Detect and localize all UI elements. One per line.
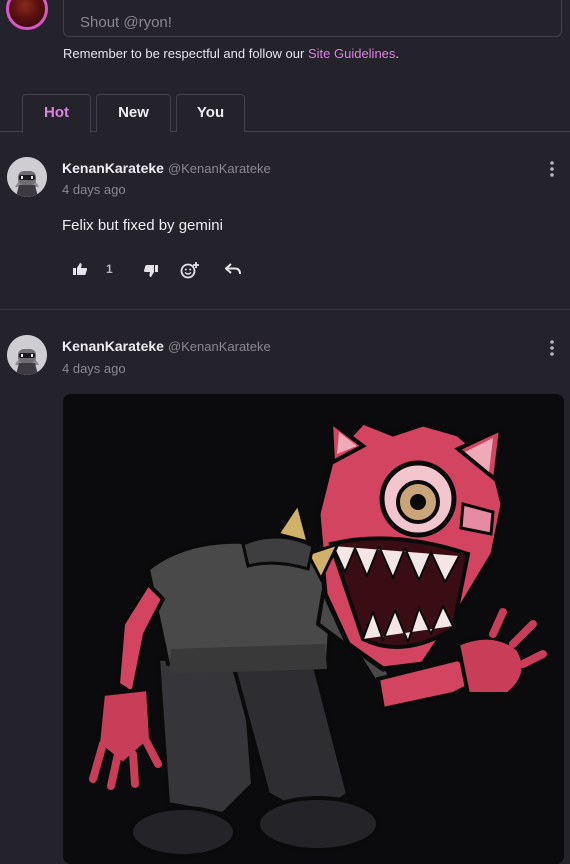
post-timestamp[interactable]: 4 days ago (62, 361, 126, 376)
reply-button[interactable] (224, 262, 242, 281)
pink-robot-fox-illustration (63, 394, 564, 864)
post-divider (0, 309, 570, 310)
more-options-icon[interactable] (546, 160, 558, 178)
post-timestamp[interactable]: 4 days ago (62, 182, 126, 197)
thumbs-up-icon (73, 263, 87, 275)
post-author[interactable]: KenanKarateke @KenanKarateke (62, 160, 271, 176)
robot-avatar-icon (7, 157, 47, 197)
more-options-icon[interactable] (546, 339, 558, 357)
add-reaction-icon (180, 262, 199, 279)
author-name[interactable]: KenanKarateke (62, 160, 164, 176)
author-name[interactable]: KenanKarateke (62, 338, 164, 354)
avatar[interactable] (7, 157, 47, 197)
post-author[interactable]: KenanKarateke @KenanKarateke (62, 338, 271, 354)
author-handle[interactable]: @KenanKarateke (168, 161, 271, 176)
robot-avatar-icon (7, 335, 47, 375)
like-count: 1 (106, 262, 113, 276)
current-user-avatar[interactable] (6, 0, 48, 30)
site-guidelines-link[interactable]: Site Guidelines (308, 46, 395, 61)
post-image[interactable] (63, 394, 564, 864)
like-button[interactable] (72, 262, 88, 281)
tab-hot[interactable]: Hot (22, 94, 91, 133)
shout-input[interactable] (63, 0, 562, 37)
add-reaction-button[interactable] (180, 261, 200, 284)
author-handle[interactable]: @KenanKarateke (168, 339, 271, 354)
guidelines-notice: Remember to be respectful and follow our… (63, 46, 399, 61)
guidelines-text: Remember to be respectful and follow our (63, 46, 308, 61)
dislike-button[interactable] (143, 264, 159, 283)
tab-new[interactable]: New (96, 94, 171, 132)
reply-icon (225, 263, 241, 275)
guidelines-suffix: . (395, 46, 400, 61)
post-text: Felix but fixed by gemini (62, 217, 223, 234)
avatar[interactable] (7, 335, 47, 375)
tab-you[interactable]: You (176, 94, 245, 132)
thumbs-down-icon (144, 265, 158, 277)
